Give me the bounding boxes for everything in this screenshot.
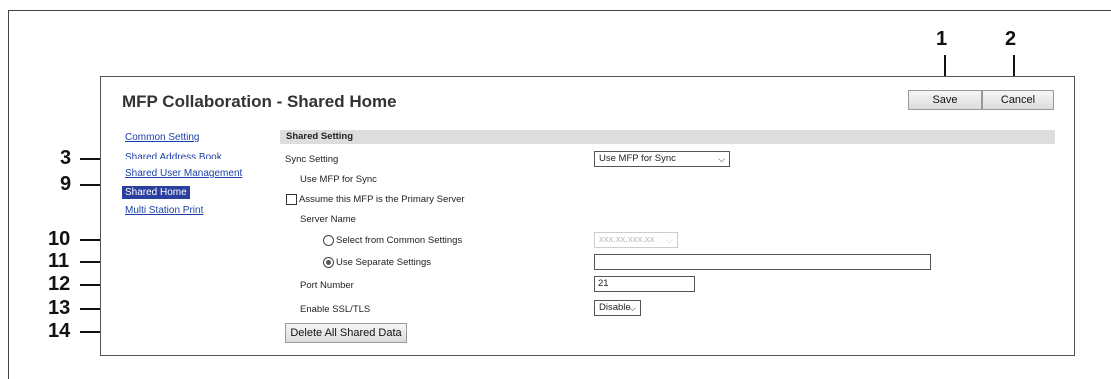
server-name-input[interactable] [594,254,931,270]
page-title: MFP Collaboration - Shared Home [122,92,397,111]
callout-11: 11 [48,250,70,272]
use-separate-label: Use Separate Settings [336,257,432,268]
cancel-button[interactable]: Cancel [982,90,1054,110]
save-button[interactable]: Save [908,90,982,110]
callout-12: 12 [48,273,71,295]
sidebar-item-shared-address-book[interactable]: Shared Address Book [125,152,222,159]
select-common-label: Select from Common Settings [336,235,463,246]
common-server-value: xxx.xx.xxx.xx [599,234,655,245]
sync-setting-label: Sync Setting [285,154,339,165]
common-server-select: xxx.xx.xxx.xx ⌵ [594,232,678,248]
sync-setting-select[interactable]: Use MFP for Sync ⌵ [594,151,730,167]
chevron-down-icon: ⌵ [666,235,673,245]
sidebar-item-shared-user-management[interactable]: Shared User Management [125,168,242,179]
callout-10: 10 [48,228,71,250]
section-header: Shared Setting [280,130,1055,144]
port-number-label: Port Number [300,280,354,291]
ssl-tls-label: Enable SSL/TLS [300,304,371,315]
chevron-down-icon: ⌵ [629,303,636,313]
callout-13: 13 [48,297,71,319]
primary-server-label: Assume this MFP is the Primary Server [299,194,465,205]
primary-server-checkbox[interactable] [286,194,297,205]
chevron-down-icon: ⌵ [718,154,725,164]
callout-2: 2 [1005,28,1017,50]
ssl-tls-value: Disable [599,302,631,313]
port-number-input[interactable]: 21 [594,276,695,292]
ssl-tls-select[interactable]: Disable ⌵ [594,300,641,316]
callout-1: 1 [936,28,948,50]
sidebar-item-multi-station-print[interactable]: Multi Station Print [125,205,203,216]
callout-14: 14 [48,320,71,342]
callout-3: 3 [60,147,72,169]
sync-setting-value: Use MFP for Sync [599,153,676,164]
use-mfp-for-sync-label: Use MFP for Sync [300,174,377,185]
callout-9: 9 [60,173,72,195]
use-separate-radio[interactable] [323,257,334,268]
settings-panel [100,76,1075,356]
sidebar-item-shared-home[interactable]: Shared Home [122,186,190,199]
sidebar-item-common-setting[interactable]: Common Setting [125,132,199,143]
server-name-label: Server Name [300,214,356,225]
delete-all-shared-data-button[interactable]: Delete All Shared Data [285,323,407,343]
select-common-radio[interactable] [323,235,334,246]
